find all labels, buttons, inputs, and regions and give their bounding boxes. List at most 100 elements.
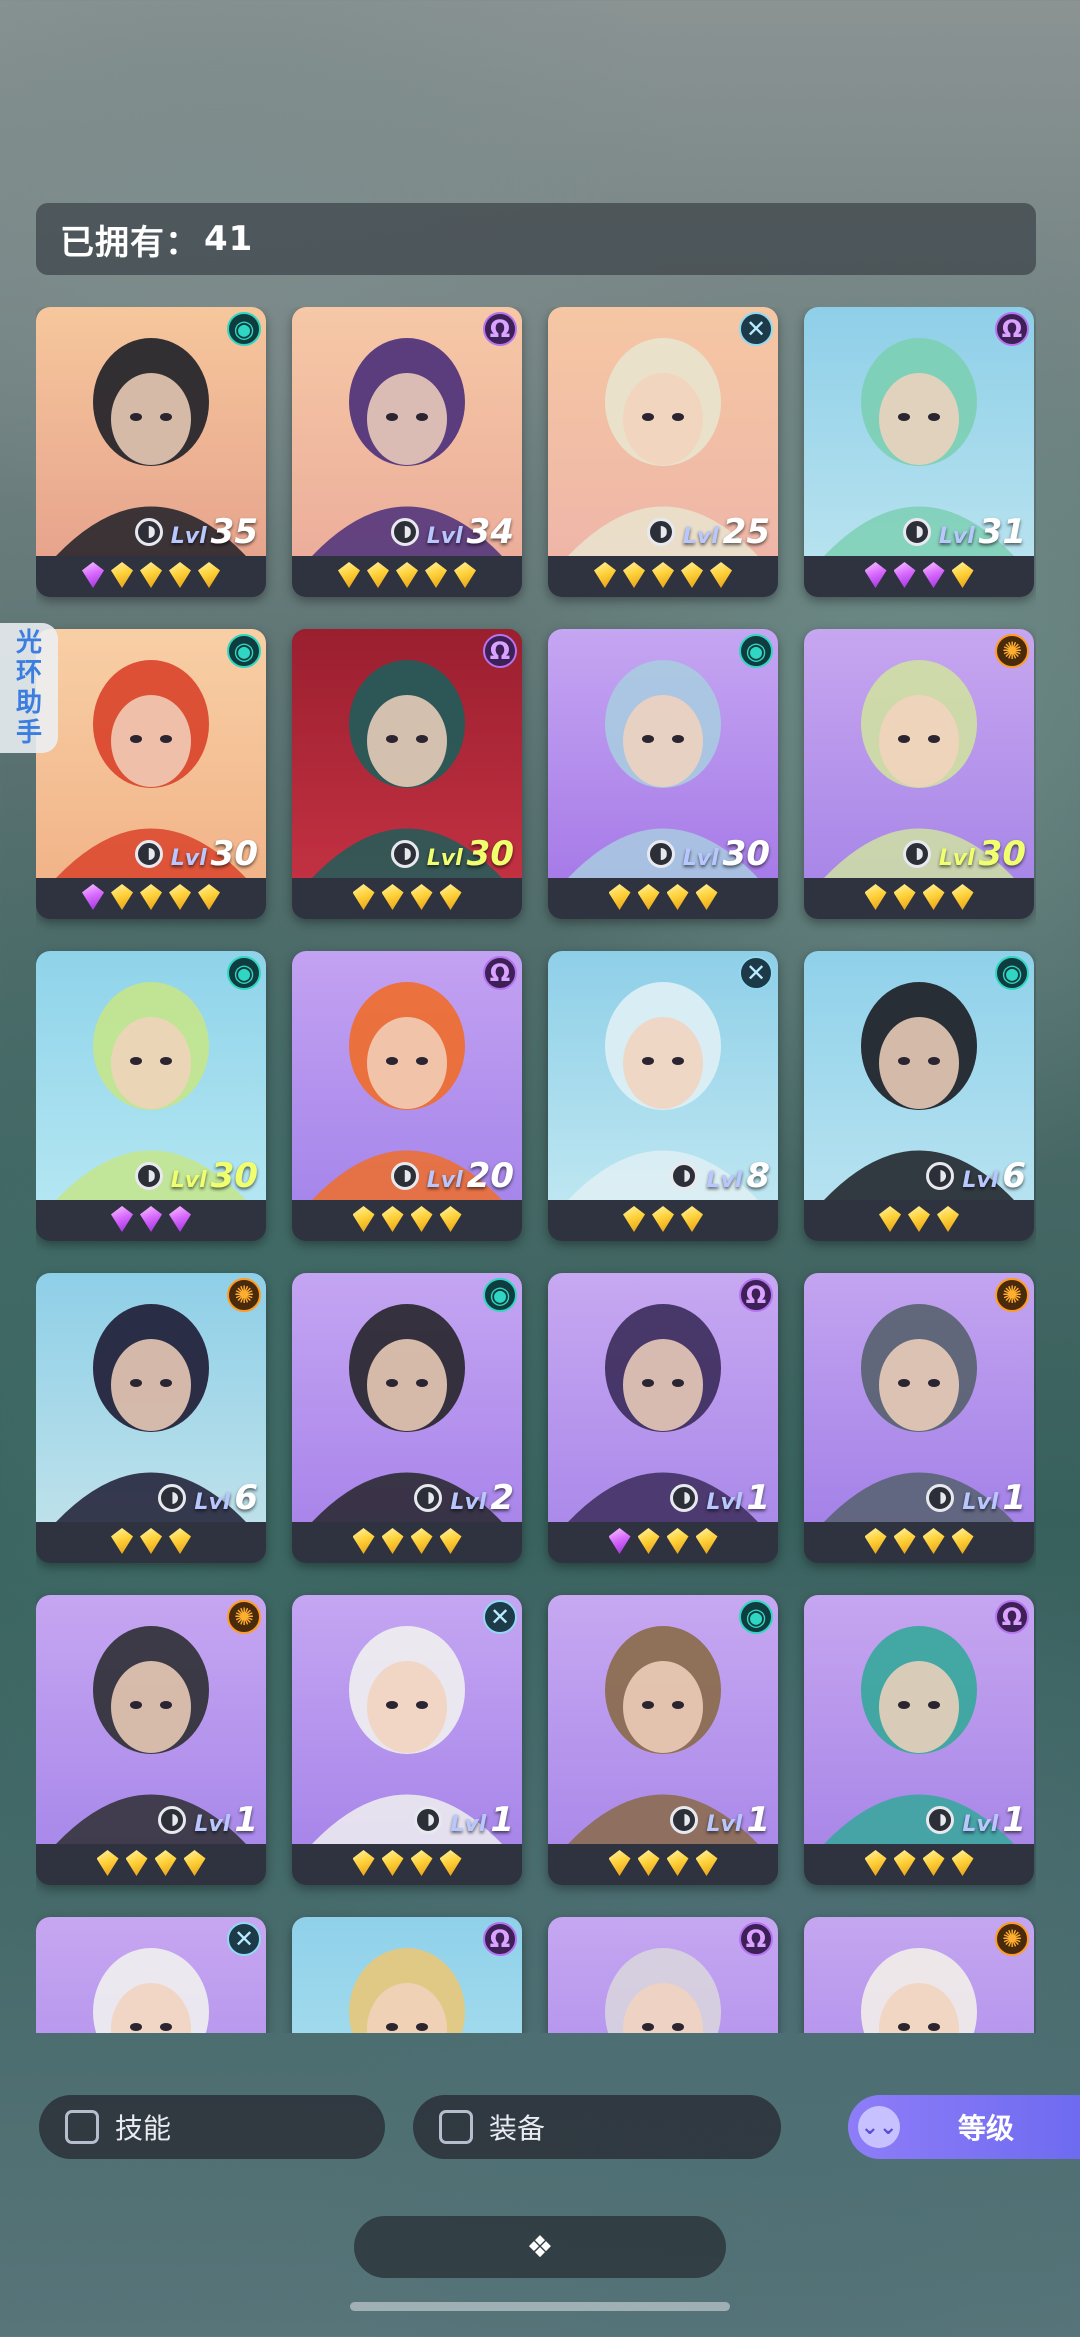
hero-card[interactable]: ✺ Lvl 1 <box>804 1273 1034 1563</box>
purple-gem-icon <box>893 562 916 588</box>
hero-portrait: Ω Lvl 30 <box>292 629 522 878</box>
gold-gem-icon <box>951 884 974 910</box>
level-label: Lvl <box>938 846 975 871</box>
hero-card[interactable]: ✺ <box>804 1917 1034 2033</box>
level-value: 2 <box>490 1478 514 1518</box>
owned-count-bar: 已拥有： 41 <box>36 203 1036 275</box>
swirl-element-icon: ◉ <box>739 634 773 668</box>
level-label: Lvl <box>194 1812 231 1837</box>
level-row: Lvl 35 <box>134 512 258 552</box>
level-row: Lvl 1 <box>670 1800 770 1840</box>
purple-gem-icon <box>169 1206 191 1232</box>
star-rating <box>292 1528 522 1558</box>
star-rating <box>36 1850 266 1880</box>
hero-portrait: ◉ Lvl 30 <box>36 629 266 878</box>
hero-card[interactable]: ✕ Lvl 25 <box>548 307 778 597</box>
equipment-slot-icon <box>158 1484 187 1512</box>
level-row: Lvl 30 <box>902 834 1026 874</box>
star-rating <box>548 1206 778 1236</box>
purple-gem-icon <box>608 1528 631 1554</box>
gold-gem-icon <box>666 1528 689 1554</box>
hero-card[interactable]: ◉ Lvl 30 <box>548 629 778 919</box>
skill-checkbox[interactable] <box>65 2110 99 2144</box>
hero-level: Lvl 1 <box>706 1478 770 1518</box>
star-rating <box>548 884 778 914</box>
expand-button[interactable]: ❖ <box>354 2216 726 2278</box>
level-label: Lvl <box>938 524 975 549</box>
hero-card[interactable]: Ω Lvl 1 <box>804 1595 1034 1885</box>
level-label: Lvl <box>426 524 463 549</box>
purple-gem-icon <box>111 1206 133 1232</box>
level-label: Lvl <box>170 524 207 549</box>
gold-gem-icon <box>140 884 162 910</box>
level-value: 1 <box>746 1478 770 1518</box>
hero-card[interactable]: ✕ Lvl 1 <box>292 1595 522 1885</box>
hero-level: Lvl 30 <box>171 834 258 874</box>
level-label: Lvl <box>194 1490 231 1515</box>
gold-gem-icon <box>695 1528 718 1554</box>
gold-gem-icon <box>140 1528 162 1554</box>
level-label: Lvl <box>170 846 207 871</box>
star-rating <box>804 1850 1034 1880</box>
hero-card[interactable]: Ω Lvl 1 <box>548 1273 778 1563</box>
hero-card[interactable]: ✺ Lvl 1 <box>36 1595 266 1885</box>
gold-gem-icon <box>623 562 645 588</box>
hero-card[interactable]: ◉ Lvl 6 <box>804 951 1034 1241</box>
gold-gem-icon <box>381 1206 404 1232</box>
level-row: Lvl 1 <box>926 1478 1026 1518</box>
gold-gem-icon <box>410 884 433 910</box>
equipment-slot-icon <box>646 518 675 546</box>
hero-card[interactable]: ◉ Lvl 35 <box>36 307 266 597</box>
level-label: Lvl <box>426 1168 463 1193</box>
level-value: 1 <box>1002 1800 1026 1840</box>
gold-gem-icon <box>893 884 916 910</box>
equipment-checkbox[interactable] <box>439 2110 473 2144</box>
hero-card[interactable]: ✺ Lvl 30 <box>804 629 1034 919</box>
hero-card[interactable]: ✕ <box>36 1917 266 2033</box>
gold-gem-icon <box>396 562 418 588</box>
purple-gem-icon <box>82 884 104 910</box>
hero-card[interactable]: ◉ Lvl 30 <box>36 629 266 919</box>
skill-filter[interactable]: 技能 <box>39 2095 385 2159</box>
hero-card[interactable]: ◉ Lvl 30 <box>36 951 266 1241</box>
hero-card[interactable]: Ω Lvl 34 <box>292 307 522 597</box>
hero-portrait: Ω Lvl 20 <box>292 951 522 1200</box>
swirl-element-icon: ◉ <box>483 1278 517 1312</box>
star-rating <box>292 1850 522 1880</box>
hero-level: Lvl 6 <box>194 1478 258 1518</box>
equipment-slot-icon <box>134 1162 163 1190</box>
hero-card[interactable]: ◉ Lvl 2 <box>292 1273 522 1563</box>
hero-card[interactable]: ✺ Lvl 6 <box>36 1273 266 1563</box>
level-label: Lvl <box>450 1812 487 1837</box>
hero-card[interactable]: Ω <box>292 1917 522 2033</box>
equipment-filter[interactable]: 装备 <box>413 2095 781 2159</box>
hero-level: Lvl 31 <box>939 512 1026 552</box>
star-rating <box>36 1206 266 1236</box>
hero-card[interactable]: ◉ Lvl 1 <box>548 1595 778 1885</box>
halo-assistant-tab[interactable]: 光环助手 <box>0 623 58 753</box>
gold-gem-icon <box>695 1850 718 1876</box>
hero-portrait: Ω Lvl 1 <box>548 1273 778 1522</box>
gold-gem-icon <box>410 1850 433 1876</box>
omega-element-icon: Ω <box>483 634 517 668</box>
gold-gem-icon <box>169 562 191 588</box>
hero-level: Lvl 30 <box>683 834 770 874</box>
hero-card[interactable]: ✕ Lvl 8 <box>548 951 778 1241</box>
hero-card[interactable]: Ω Lvl 31 <box>804 307 1034 597</box>
gold-gem-icon <box>666 1850 689 1876</box>
hero-portrait: Ω Lvl 34 <box>292 307 522 556</box>
level-value: 20 <box>466 1156 514 1196</box>
sort-by-level-button[interactable]: ⌄⌄ 等级 <box>848 2095 1080 2159</box>
level-label: Lvl <box>170 1168 207 1193</box>
hero-card[interactable]: Ω Lvl 20 <box>292 951 522 1241</box>
hero-level: Lvl 1 <box>706 1800 770 1840</box>
hero-card[interactable]: Ω Lvl 30 <box>292 629 522 919</box>
level-label: Lvl <box>706 1812 743 1837</box>
cross-element-icon: ✕ <box>483 1600 517 1634</box>
hero-card[interactable]: Ω <box>548 1917 778 2033</box>
gold-gem-icon <box>937 1206 959 1232</box>
sun-element-icon: ✺ <box>227 1600 261 1634</box>
equipment-slot-icon <box>390 840 419 868</box>
purple-gem-icon <box>864 562 887 588</box>
equipment-filter-label: 装备 <box>489 2112 546 2145</box>
